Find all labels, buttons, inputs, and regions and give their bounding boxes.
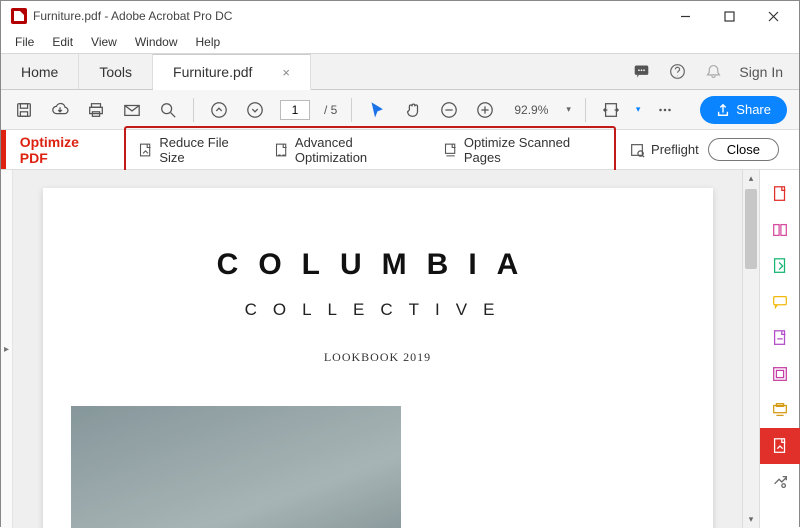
- rail-comment-icon[interactable]: [760, 284, 800, 320]
- page-down-icon[interactable]: [244, 99, 266, 121]
- mail-icon[interactable]: [121, 99, 143, 121]
- right-tool-rail: [759, 170, 799, 528]
- preflight-label: Preflight: [651, 142, 699, 157]
- optimize-toolbar: Optimize PDF Reduce File Size Advanced O…: [1, 130, 799, 170]
- tab-close-icon[interactable]: ×: [282, 65, 290, 80]
- zoom-in-icon[interactable]: [474, 99, 496, 121]
- menu-edit[interactable]: Edit: [44, 33, 81, 51]
- workspace: ▸ COLUMBIA COLLECTIVE LOOKBOOK 2019 INSP…: [1, 170, 799, 528]
- share-label: Share: [736, 102, 771, 117]
- reduce-file-size-label: Reduce File Size: [159, 135, 251, 165]
- toolbar-separator: [585, 98, 586, 122]
- acrobat-app-icon: [11, 8, 27, 24]
- tabbar: Home Tools Furniture.pdf × Sign In: [1, 54, 799, 90]
- bell-icon[interactable]: [703, 62, 723, 82]
- fit-dropdown-icon[interactable]: ▾: [636, 104, 641, 115]
- rail-edit-pdf-icon[interactable]: [760, 356, 800, 392]
- rail-enhance-scans-icon[interactable]: [760, 392, 800, 428]
- page-total-label: / 5: [324, 103, 337, 117]
- doc-subtitle: LOOKBOOK 2019: [43, 350, 713, 365]
- help-icon[interactable]: [667, 62, 687, 82]
- zoom-level[interactable]: 92.9%: [510, 102, 552, 118]
- doc-image: [71, 406, 401, 528]
- save-icon[interactable]: [13, 99, 35, 121]
- sign-in-link[interactable]: Sign In: [739, 64, 783, 80]
- rail-organize-icon[interactable]: [760, 320, 800, 356]
- close-window-button[interactable]: [751, 2, 795, 30]
- maximize-button[interactable]: [707, 2, 751, 30]
- scroll-up-icon[interactable]: ▴: [743, 170, 759, 187]
- left-panel-toggle[interactable]: ▸: [1, 170, 13, 528]
- rail-export-icon[interactable]: [760, 248, 800, 284]
- chevron-right-icon: ▸: [4, 344, 9, 355]
- menubar: File Edit View Window Help: [1, 31, 799, 53]
- optimize-title: Optimize PDF: [6, 134, 121, 166]
- search-icon[interactable]: [157, 99, 179, 121]
- pointer-icon[interactable]: [366, 99, 388, 121]
- main-toolbar: / 5 92.9% ▾ ▾ Share: [1, 90, 799, 130]
- chat-icon[interactable]: [631, 62, 651, 82]
- page-up-icon[interactable]: [208, 99, 230, 121]
- page-number-input[interactable]: [280, 100, 310, 120]
- scroll-thumb[interactable]: [745, 189, 757, 269]
- minimize-button[interactable]: [663, 2, 707, 30]
- vertical-scrollbar[interactable]: ▴ ▾: [742, 170, 759, 528]
- pdf-page: COLUMBIA COLLECTIVE LOOKBOOK 2019 INSPIR…: [43, 188, 713, 528]
- menu-file[interactable]: File: [7, 33, 42, 51]
- cloud-icon[interactable]: [49, 99, 71, 121]
- print-icon[interactable]: [85, 99, 107, 121]
- menu-window[interactable]: Window: [127, 33, 186, 51]
- tab-document-label: Furniture.pdf: [173, 64, 252, 80]
- more-tools-icon[interactable]: [654, 99, 676, 121]
- optimize-close-button[interactable]: Close: [708, 138, 779, 161]
- toolbar-separator: [193, 98, 194, 122]
- tab-tools[interactable]: Tools: [79, 54, 153, 89]
- window-titlebar: Furniture.pdf - Adobe Acrobat Pro DC: [1, 1, 799, 31]
- advanced-optimization-label: Advanced Optimization: [295, 135, 421, 165]
- rail-optimize-pdf-icon[interactable]: [760, 428, 800, 464]
- rail-more-tools-icon[interactable]: [760, 464, 800, 500]
- hand-icon[interactable]: [402, 99, 424, 121]
- advanced-optimization-button[interactable]: Advanced Optimization: [265, 130, 430, 170]
- tab-home[interactable]: Home: [1, 54, 79, 89]
- scroll-track[interactable]: [743, 187, 759, 511]
- rail-create-pdf-icon[interactable]: [760, 176, 800, 212]
- tab-document[interactable]: Furniture.pdf ×: [153, 54, 311, 90]
- preflight-button[interactable]: Preflight: [620, 137, 708, 163]
- optimize-scanned-pages-label: Optimize Scanned Pages: [464, 135, 602, 165]
- menu-view[interactable]: View: [83, 33, 125, 51]
- zoom-out-icon[interactable]: [438, 99, 460, 121]
- toolbar-separator: [351, 98, 352, 122]
- optimize-scanned-pages-button[interactable]: Optimize Scanned Pages: [434, 130, 611, 170]
- optimize-highlighted-group: Reduce File Size Advanced Optimization O…: [124, 126, 616, 174]
- reduce-file-size-button[interactable]: Reduce File Size: [129, 130, 261, 170]
- fit-width-icon[interactable]: [600, 99, 622, 121]
- menu-help[interactable]: Help: [188, 33, 229, 51]
- document-view[interactable]: COLUMBIA COLLECTIVE LOOKBOOK 2019 INSPIR…: [13, 170, 742, 528]
- doc-heading-2: COLLECTIVE: [43, 300, 713, 320]
- doc-heading-1: COLUMBIA: [43, 248, 713, 282]
- share-button[interactable]: Share: [700, 96, 787, 124]
- rail-combine-icon[interactable]: [760, 212, 800, 248]
- zoom-dropdown-icon[interactable]: ▾: [566, 104, 571, 115]
- scroll-down-icon[interactable]: ▾: [743, 511, 759, 528]
- window-title: Furniture.pdf - Adobe Acrobat Pro DC: [33, 9, 232, 23]
